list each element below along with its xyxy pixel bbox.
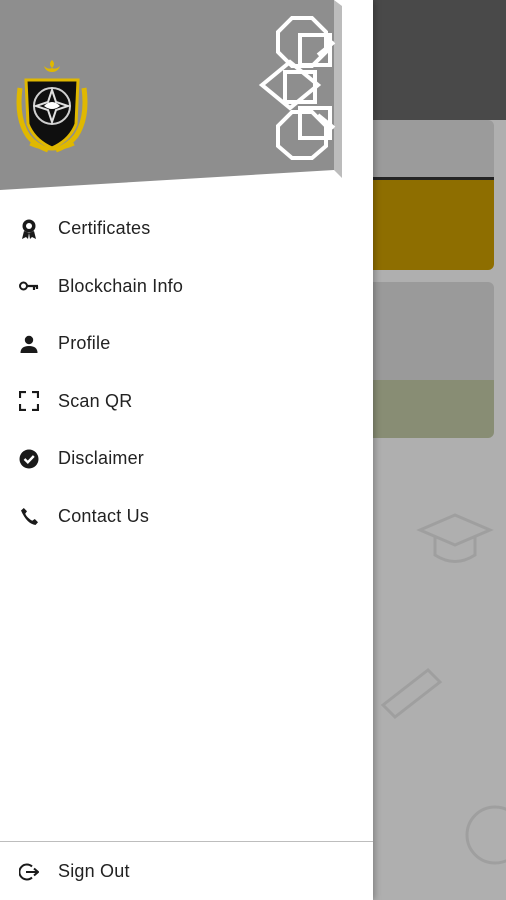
scan-frame-icon — [18, 390, 40, 412]
menu-item-label: Contact Us — [58, 505, 150, 526]
menu-item-label: Profile — [58, 333, 111, 354]
menu-item-scan-qr[interactable]: Scan QR — [0, 373, 373, 431]
menu-item-label: Disclaimer — [58, 448, 145, 469]
phone-icon — [18, 505, 40, 527]
person-icon — [18, 333, 40, 355]
drawer-menu: Certificates Blockchain Info Profile Sca… — [0, 200, 373, 545]
award-ribbon-icon — [18, 218, 40, 240]
check-circle-icon — [18, 448, 40, 470]
drawer-header — [0, 0, 373, 200]
menu-item-blockchain-info[interactable]: Blockchain Info — [0, 258, 373, 316]
logout-icon — [18, 861, 40, 883]
menu-item-label: Certificates — [58, 218, 151, 239]
key-icon — [18, 275, 40, 297]
footer-divider — [0, 841, 373, 842]
university-crest-icon — [16, 60, 88, 153]
menu-item-contact-us[interactable]: Contact Us — [0, 488, 373, 546]
sign-out-button[interactable]: Sign Out — [0, 843, 373, 900]
menu-item-profile[interactable]: Profile — [0, 315, 373, 373]
navigation-drawer: Certificates Blockchain Info Profile Sca… — [0, 0, 373, 900]
menu-item-label: Scan QR — [58, 390, 133, 411]
menu-item-disclaimer[interactable]: Disclaimer — [0, 430, 373, 488]
sign-out-label: Sign Out — [58, 861, 130, 881]
menu-item-certificates[interactable]: Certificates — [0, 200, 373, 258]
menu-item-label: Blockchain Info — [58, 275, 184, 296]
